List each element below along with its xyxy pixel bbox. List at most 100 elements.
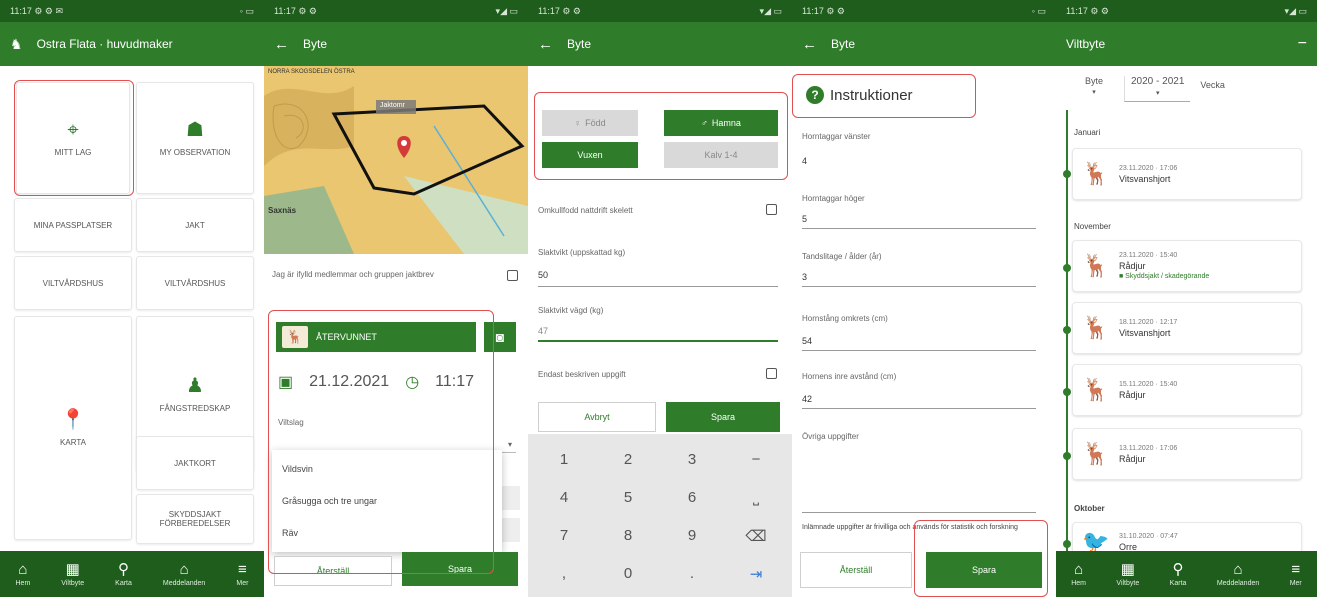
nav-home[interactable]: ⌂ Hem xyxy=(1071,562,1086,587)
instructions-link[interactable]: ? Instruktioner xyxy=(806,86,913,104)
status-icons: ▾◢ ▭ xyxy=(1284,5,1307,16)
field-value[interactable]: 54 xyxy=(802,336,812,346)
deer-icon: 🦌 xyxy=(1082,253,1110,278)
nav-viltbyte[interactable]: ▦ Viltbyte xyxy=(61,562,84,587)
catch-card[interactable]: 🦌 23.11.2020 · 15:40 Rådjur ■ Skyddsjakt… xyxy=(1072,240,1302,292)
time-value[interactable]: 11:17 xyxy=(435,373,474,391)
field-value[interactable]: 5 xyxy=(802,214,807,224)
back-arrow-icon[interactable]: ← xyxy=(802,36,817,53)
tile-label: VILTVÅRDSHUS xyxy=(42,278,104,288)
key[interactable]: 0 xyxy=(596,555,660,593)
tile-jaktkort[interactable]: JAKTKORT xyxy=(136,436,254,490)
collapse-icon[interactable]: − xyxy=(1298,35,1307,53)
status-bar: 11:17 ⚙ ⚙ ▾◢ ▭ xyxy=(528,0,792,22)
report-text: Jag är ifylld medlemmar och gruppen jakt… xyxy=(272,270,434,280)
key[interactable]: ⎵ xyxy=(724,478,788,516)
tile-skyddsjakt[interactable]: SKYDDSJAKT FÖRBEREDELSER xyxy=(136,494,254,544)
camera-button[interactable]: ◙ xyxy=(484,322,516,352)
field-label: Tandslitage / ålder (år) xyxy=(802,252,882,261)
catch-card[interactable]: 🦌 18.11.2020 · 12:17 Vitsvanshjort xyxy=(1072,302,1302,354)
field-underline xyxy=(802,286,1036,287)
key[interactable]: , xyxy=(532,555,596,593)
back-arrow-icon[interactable]: ← xyxy=(538,36,553,53)
gender-male-button[interactable]: ♂ Hamna xyxy=(664,110,778,136)
save-button[interactable]: Spara xyxy=(926,552,1042,588)
species-selector[interactable]: 🦌 ÅTERVUNNET xyxy=(276,322,476,352)
next-key[interactable]: ⇥ xyxy=(724,555,788,593)
reset-button[interactable]: Återställ xyxy=(800,552,912,588)
dropdown-option[interactable]: Gråsugga och tre ungar xyxy=(282,496,492,506)
save-button[interactable]: Spara xyxy=(402,552,518,586)
help-icon: ? xyxy=(806,86,824,104)
field-value[interactable]: 42 xyxy=(802,394,812,404)
nav-karta[interactable]: ⚲ Karta xyxy=(1170,562,1187,587)
key[interactable]: 5 xyxy=(596,478,660,516)
status-icons: ◦ ▭ xyxy=(1031,5,1046,16)
key[interactable]: 1 xyxy=(532,440,596,478)
catch-card[interactable]: 🦌 15.11.2020 · 15:40 Rådjur xyxy=(1072,364,1302,416)
field-value[interactable]: 3 xyxy=(802,272,807,282)
date-value[interactable]: 21.12.2021 xyxy=(309,373,389,391)
gender-female-button[interactable]: ♀ Född xyxy=(542,110,638,136)
weight-weighed-value[interactable]: 47 xyxy=(538,326,548,336)
age-adult-button[interactable]: Vuxen xyxy=(542,142,638,168)
tile-mina-pass[interactable]: MINA PASSPLATSER xyxy=(14,198,132,252)
cancel-button[interactable]: Avbryt xyxy=(538,402,656,432)
weight-estimated-value[interactable]: 50 xyxy=(538,270,548,280)
status-icons: ◦ ▭ xyxy=(239,5,254,16)
question-1-checkbox[interactable] xyxy=(766,204,777,215)
season-filter[interactable]: 2020 - 2021 ▾ xyxy=(1124,76,1191,102)
home-icon: ⌂ xyxy=(1074,560,1084,578)
nav-mer[interactable]: ≡ Mer xyxy=(236,562,248,587)
dropdown-option[interactable]: Räv xyxy=(282,528,492,538)
tile-mitt-lag[interactable]: ⌖ MITT LAG xyxy=(16,82,130,194)
key[interactable]: 2 xyxy=(596,440,660,478)
screen-byte-report: 11:17 ⚙ ⚙ ▾◢ ▭ ← Byte Jaktomr NORRA SKOG… xyxy=(264,0,528,597)
tile-viltvard-2[interactable]: VILTVÅRDSHUS xyxy=(136,256,254,310)
nav-karta[interactable]: ⚲ Karta xyxy=(115,562,132,587)
key[interactable]: 7 xyxy=(532,517,596,555)
backspace-key[interactable]: ⌫ xyxy=(724,517,788,555)
nav-viltbyte[interactable]: ▦ Viltbyte xyxy=(1116,562,1139,587)
hunting-area-map[interactable]: Jaktomr NORRA SKOGSDELEN ÖSTRA Saxnäs xyxy=(264,66,528,254)
save-button[interactable]: Spara xyxy=(666,402,780,432)
tile-jakt[interactable]: JAKT xyxy=(136,198,254,252)
calendar-icon[interactable]: ▣ xyxy=(278,372,293,392)
key[interactable]: 4 xyxy=(532,478,596,516)
tile-karta[interactable]: 📍 KARTA xyxy=(14,316,132,540)
key[interactable]: − xyxy=(724,440,788,478)
tile-label: SKYDDSJAKT FÖRBEREDELSER xyxy=(159,510,231,528)
dropdown-arrow-icon[interactable]: ▾ xyxy=(508,440,512,449)
numeric-keypad: 1 2 3 − 4 5 6 ⎵ 7 8 9 ⌫ , 0 . ⇥ xyxy=(528,434,792,597)
key[interactable]: 9 xyxy=(660,517,724,555)
app-title: Ostra Flata · huvudmaker xyxy=(36,37,173,51)
back-arrow-icon[interactable]: ← xyxy=(274,36,289,53)
tile-my-observation[interactable]: ☗ MY OBSERVATION xyxy=(136,82,254,194)
type-filter[interactable]: Byte ▾ xyxy=(1074,76,1114,96)
status-time: 11:17 ⚙ ⚙ xyxy=(1066,5,1109,16)
tile-label: JAKT xyxy=(185,220,205,230)
key[interactable]: . xyxy=(660,555,724,593)
reset-button[interactable]: Återställ xyxy=(274,556,392,586)
key[interactable]: 6 xyxy=(660,478,724,516)
field-underline xyxy=(802,350,1036,351)
field-label: Övriga uppgifter xyxy=(802,432,859,441)
dropdown-option[interactable]: Vildsvin xyxy=(282,464,492,474)
key[interactable]: 3 xyxy=(660,440,724,478)
clock-icon[interactable]: ◷ xyxy=(405,372,419,392)
catch-card[interactable]: 🦌 23.11.2020 · 17:06 Vitsvanshjort xyxy=(1072,148,1302,200)
nav-meddelanden[interactable]: ⌂ Meddelanden xyxy=(1217,562,1259,587)
field-value[interactable]: 4 xyxy=(802,156,807,166)
report-checkbox[interactable] xyxy=(507,270,518,281)
question-2-checkbox[interactable] xyxy=(766,368,777,379)
nav-meddelanden[interactable]: ⌂ Meddelanden xyxy=(163,562,205,587)
tile-viltvard-1[interactable]: VILTVÅRDSHUS xyxy=(14,256,132,310)
age-calf-button[interactable]: Kalv 1-4 xyxy=(664,142,778,168)
nav-home[interactable]: ⌂ Hem xyxy=(16,562,31,587)
catch-card[interactable]: 🦌 13.11.2020 · 17:06 Rådjur xyxy=(1072,428,1302,480)
period-filter[interactable]: Vecka xyxy=(1200,76,1225,90)
key[interactable]: 8 xyxy=(596,517,660,555)
app-bar: ← Byte xyxy=(792,22,1056,66)
nav-mer[interactable]: ≡ Mer xyxy=(1290,562,1302,587)
report-checkbox-row: Jag är ifylld medlemmar och gruppen jakt… xyxy=(272,270,518,281)
